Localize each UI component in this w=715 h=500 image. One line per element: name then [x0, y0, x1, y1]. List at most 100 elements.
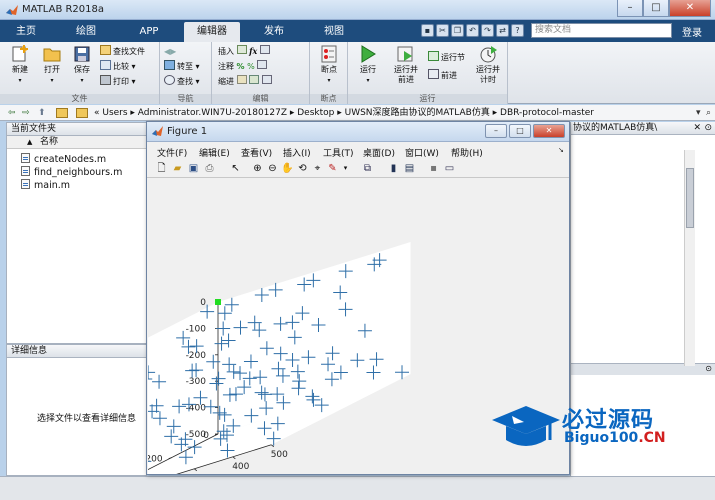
quick-switch-icon[interactable]: ⇄ — [496, 24, 509, 37]
advance-button[interactable]: 前进 — [428, 69, 457, 82]
panel-menu-icon[interactable]: ⊙ — [705, 364, 712, 373]
scrollbar-thumb[interactable] — [686, 168, 694, 228]
brush-icon[interactable]: ✎ — [326, 162, 339, 175]
breakpoints-button[interactable]: 断点 ▾ — [313, 45, 345, 86]
find-files-button[interactable]: 查找文件 — [100, 45, 145, 58]
save-figure-icon[interactable]: ▣ — [187, 162, 200, 175]
run-and-advance-icon — [397, 46, 413, 62]
search-path-icon[interactable]: ⌕ — [706, 108, 715, 118]
menu-file[interactable]: 文件(F) — [157, 146, 187, 159]
tab-plots[interactable]: 绘图 — [68, 22, 104, 42]
edit-plot-arrow-icon[interactable]: ↖ — [229, 162, 242, 175]
search-documentation-input[interactable]: 搜索文档 — [531, 23, 672, 38]
new-figure-icon[interactable]: 🗋 — [155, 162, 168, 175]
file-item[interactable]: find_neighbours.m — [21, 166, 122, 178]
breakpoints-label: 断点 — [321, 65, 337, 74]
pan-hand-icon[interactable]: ✋ — [281, 162, 294, 175]
m-file-icon — [21, 153, 30, 163]
quick-cut-icon[interactable]: ✂ — [436, 24, 449, 37]
uncomment-icon: % — [247, 62, 255, 71]
figure-titlebar[interactable]: Figure 1 – □ ✕ — [147, 122, 569, 142]
print-button[interactable]: 打印 ▾ — [100, 75, 136, 88]
run-and-time-button[interactable]: 运行并 计时 — [470, 45, 506, 85]
menu-tools[interactable]: 工具(T) — [323, 146, 354, 159]
figure-close-button[interactable]: ✕ — [533, 124, 565, 138]
compare-button[interactable]: 比较 ▾ — [100, 60, 136, 73]
data-cursor-icon[interactable]: ⌖ — [311, 162, 324, 175]
find-button[interactable]: 查找 ▾ — [164, 75, 200, 88]
dropdown-arrow-icon: ▾ — [327, 77, 331, 84]
editor-scrollbar[interactable] — [684, 150, 695, 366]
back-arrow-icon[interactable]: ⇦ — [8, 108, 18, 118]
menu-view[interactable]: 查看(V) — [241, 146, 272, 159]
insert-colorbar-icon[interactable]: ▮ — [387, 162, 400, 175]
brush-dropdown-icon[interactable]: ▾ — [339, 162, 352, 175]
column-name-label: 名称 — [40, 137, 59, 147]
insert-legend-icon[interactable]: ▤ — [403, 162, 416, 175]
open-file-icon[interactable]: ▰ — [171, 162, 184, 175]
close-editor-icon[interactable]: ✕ — [693, 122, 701, 135]
print-figure-icon[interactable]: ⎙ — [203, 162, 216, 175]
tab-apps[interactable]: APP — [128, 22, 170, 42]
forward-arrow-icon[interactable]: ⇨ — [22, 108, 32, 118]
current-path[interactable]: « Users ▸ Administrator.WIN7U-20180127Z … — [94, 105, 594, 121]
indent-button[interactable]: 缩进 — [218, 75, 272, 88]
editor-menu-icon[interactable]: ⊙ — [704, 122, 712, 135]
menu-edit[interactable]: 编辑(E) — [199, 146, 230, 159]
insert-function-icon — [259, 45, 270, 54]
m-file-icon — [21, 179, 30, 189]
quick-copy-icon[interactable]: ❐ — [451, 24, 464, 37]
x-tick — [194, 468, 198, 472]
zoom-out-icon[interactable]: ⊖ — [266, 162, 279, 175]
run-and-advance-button[interactable]: 运行并 前进 — [388, 45, 424, 85]
dock-arrow-icon[interactable]: ↘ — [558, 146, 564, 154]
details-pane: 详细信息 选择文件以查看详细信息 — [6, 344, 147, 476]
name-column-header[interactable]: ▲ 名称 — [7, 136, 146, 149]
save-button[interactable]: 保存 ▾ — [66, 45, 98, 86]
insert-button[interactable]: 插入 fx — [218, 45, 270, 58]
file-item[interactable]: createNodes.m — [21, 153, 106, 165]
login-link[interactable]: 登录 — [682, 24, 702, 39]
comment-button[interactable]: 注释 % % — [218, 60, 268, 73]
run-section-button[interactable]: 运行节 — [428, 51, 465, 64]
nav-back-forward[interactable]: ◀▶ — [164, 45, 176, 58]
compare-icon — [100, 60, 111, 70]
watermark-graduation-cap-icon — [492, 406, 560, 446]
link-plot-icon[interactable]: ⧉ — [361, 162, 374, 175]
quick-redo-icon[interactable]: ↷ — [481, 24, 494, 37]
menu-help[interactable]: 帮助(H) — [451, 146, 483, 159]
open-button[interactable]: 打开 ▾ — [36, 45, 68, 86]
new-button[interactable]: 新建 ▾ — [4, 45, 36, 86]
tab-view[interactable]: 视图 — [312, 22, 356, 42]
up-folder-icon[interactable]: ⬆ — [38, 108, 48, 118]
path-dropdown-icon[interactable]: ▾ — [696, 108, 706, 118]
quick-save-icon[interactable]: ▪ — [421, 24, 434, 37]
menu-window[interactable]: 窗口(W) — [405, 146, 439, 159]
rotate-3d-icon[interactable]: ⟲ — [296, 162, 309, 175]
run-button[interactable]: 运行 ▾ — [352, 45, 384, 86]
quick-undo-icon[interactable]: ↶ — [466, 24, 479, 37]
comment-label: 注释 — [218, 62, 234, 71]
file-item[interactable]: main.m — [21, 179, 70, 191]
tab-home[interactable]: 主页 — [8, 22, 44, 42]
tab-editor[interactable]: 编辑器 — [184, 22, 240, 42]
menu-desktop[interactable]: 桌面(D) — [363, 146, 395, 159]
z-tick-label: -500 — [186, 430, 207, 440]
figure-maximize-button[interactable]: □ — [509, 124, 531, 138]
figure-minimize-button[interactable]: – — [485, 124, 507, 138]
goto-button[interactable]: 转至 ▾ — [164, 60, 200, 73]
sink-node-marker — [215, 299, 221, 305]
editor-tab[interactable]: 协议的MATLAB仿真\ ✕ ⊙ — [571, 122, 715, 135]
maximize-window-button[interactable]: □ — [643, 0, 669, 17]
close-window-button[interactable]: ✕ — [669, 0, 711, 17]
quick-help-icon[interactable]: ? — [511, 24, 524, 37]
x-tick — [232, 456, 236, 460]
tab-publish[interactable]: 发布 — [252, 22, 296, 42]
zoom-in-icon[interactable]: ⊕ — [251, 162, 264, 175]
hide-plot-tools-icon[interactable]: ▪ — [427, 162, 440, 175]
menu-insert[interactable]: 插入(I) — [283, 146, 311, 159]
browse-folder-icon[interactable] — [56, 108, 68, 118]
minimize-window-button[interactable]: – — [617, 0, 643, 17]
ribbon-group-edit: 插入 fx 注释 % % 缩进 编辑 — [212, 42, 310, 104]
show-plot-tools-icon[interactable]: ▭ — [443, 162, 456, 175]
